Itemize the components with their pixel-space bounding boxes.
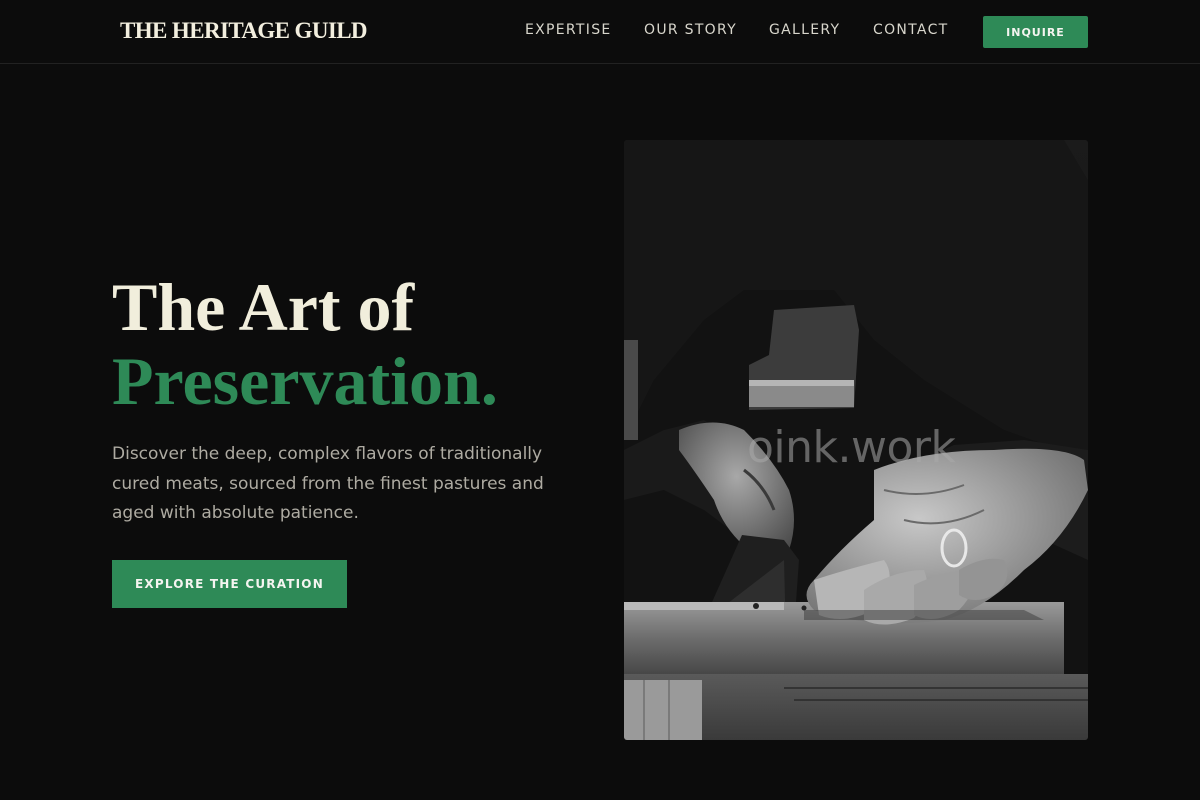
- brand-logo[interactable]: THE HERITAGE GUILD: [120, 18, 368, 44]
- hero-title-line1: The Art of: [112, 269, 415, 345]
- nav-item-gallery[interactable]: GALLERY: [769, 22, 840, 38]
- hero-image: oink.work: [624, 140, 1088, 740]
- nav-item-contact[interactable]: CONTACT: [873, 22, 949, 38]
- hero-description: Discover the deep, complex flavors of tr…: [112, 444, 544, 523]
- hero-title-line2: Preservation.: [112, 343, 498, 419]
- hero-title: The Art of Preservation.: [112, 270, 498, 418]
- image-watermark: oink.work: [747, 422, 956, 473]
- site-header: THE HERITAGE GUILD EXPERTISE OUR STORY G…: [0, 0, 1200, 64]
- nav-item-our-story[interactable]: OUR STORY: [644, 22, 737, 38]
- inquire-button[interactable]: INQUIRE: [983, 16, 1088, 48]
- explore-curation-button[interactable]: EXPLORE THE CURATION: [112, 560, 347, 608]
- nav-item-expertise[interactable]: EXPERTISE: [525, 22, 612, 38]
